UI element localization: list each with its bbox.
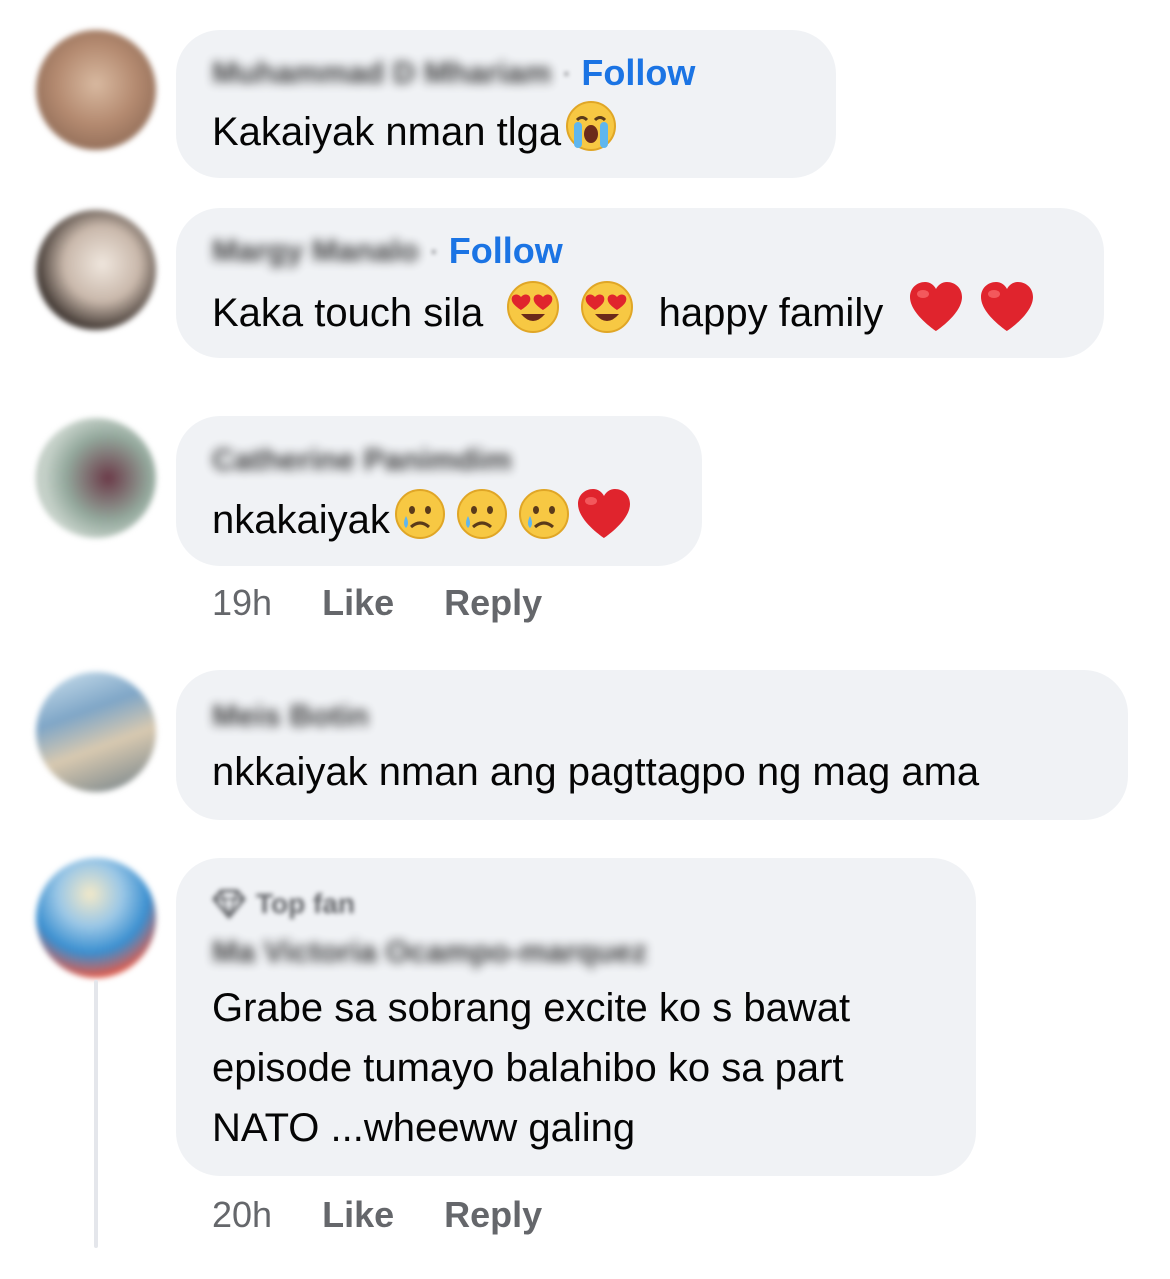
comment-text: Kakaiyak nman tlga — [212, 100, 617, 169]
author-row: Margy Manalo · Follow — [212, 230, 563, 272]
crying-face-icon — [394, 488, 446, 557]
heart-eyes-face-icon — [580, 280, 634, 351]
red-heart-icon — [979, 281, 1035, 350]
thread-line — [94, 980, 98, 1248]
author-name[interactable]: Margy Manalo — [212, 233, 419, 269]
top-fan-badge: Top fan — [212, 888, 355, 920]
author-row: Catherine Panimdim — [212, 442, 512, 478]
comment-text: nkkaiyak nman ang pagttagpo ng mag ama — [212, 750, 980, 794]
top-fan-label: Top fan — [256, 888, 356, 919]
comment-actions: 19h Like Reply — [212, 582, 542, 624]
comment-text-content: Kaka touch sila — [212, 291, 484, 336]
reply-button[interactable]: Reply — [444, 1194, 542, 1236]
separator-dot: · — [561, 56, 572, 89]
follow-button[interactable]: Follow — [581, 52, 695, 94]
like-button[interactable]: Like — [322, 1194, 394, 1236]
author-row: Muhammad D Mhariam · Follow — [212, 52, 695, 94]
author-name[interactable]: Meis Botin — [212, 698, 369, 734]
comment-text: Grabe sa sobrang excite ko s bawat episo… — [212, 986, 851, 1150]
comment-text: Kaka touch sila happy family — [212, 280, 1035, 351]
heart-eyes-face-icon — [506, 280, 560, 351]
diamond-icon — [212, 889, 246, 919]
comment-bubble: Catherine Panimdim nkakaiyak — [176, 416, 702, 566]
comment-bubble: Margy Manalo · Follow Kaka touch sila ha… — [176, 208, 1104, 358]
separator-dot: · — [428, 234, 439, 267]
comment-actions: 20h Like Reply — [212, 1194, 542, 1236]
author-name[interactable]: Muhammad D Mhariam — [212, 55, 551, 91]
avatar[interactable] — [36, 210, 156, 330]
avatar[interactable] — [36, 418, 156, 538]
timestamp[interactable]: 20h — [212, 1194, 272, 1236]
comment-text: nkakaiyak — [212, 488, 632, 557]
comment-bubble: Meis Botin nkkaiyak nman ang pagttagpo n… — [176, 670, 1128, 820]
avatar[interactable] — [36, 30, 156, 150]
crying-face-icon — [518, 488, 570, 557]
comment-text-content: nkakaiyak — [212, 498, 390, 543]
comment-text-content: Kakaiyak nman tlga — [212, 110, 562, 155]
reply-button[interactable]: Reply — [444, 582, 542, 624]
avatar[interactable] — [36, 672, 156, 792]
follow-button[interactable]: Follow — [449, 230, 563, 272]
comment-text-content-2: happy family — [658, 291, 884, 336]
timestamp[interactable]: 19h — [212, 582, 272, 624]
red-heart-icon — [908, 281, 964, 350]
author-row: Meis Botin — [212, 698, 369, 734]
crying-face-icon — [456, 488, 508, 557]
comment-bubble: Muhammad D Mhariam · Follow Kakaiyak nma… — [176, 30, 836, 178]
avatar[interactable] — [36, 858, 156, 978]
author-row: Ma Victoria Ocampo-marquez — [212, 934, 647, 970]
author-name[interactable]: Ma Victoria Ocampo-marquez — [212, 934, 647, 970]
like-button[interactable]: Like — [322, 582, 394, 624]
red-heart-icon — [576, 488, 632, 557]
author-name[interactable]: Catherine Panimdim — [212, 442, 512, 478]
comment-bubble: Top fan Ma Victoria Ocampo-marquez Grabe… — [176, 858, 976, 1176]
loudly-crying-face-icon — [565, 100, 617, 169]
